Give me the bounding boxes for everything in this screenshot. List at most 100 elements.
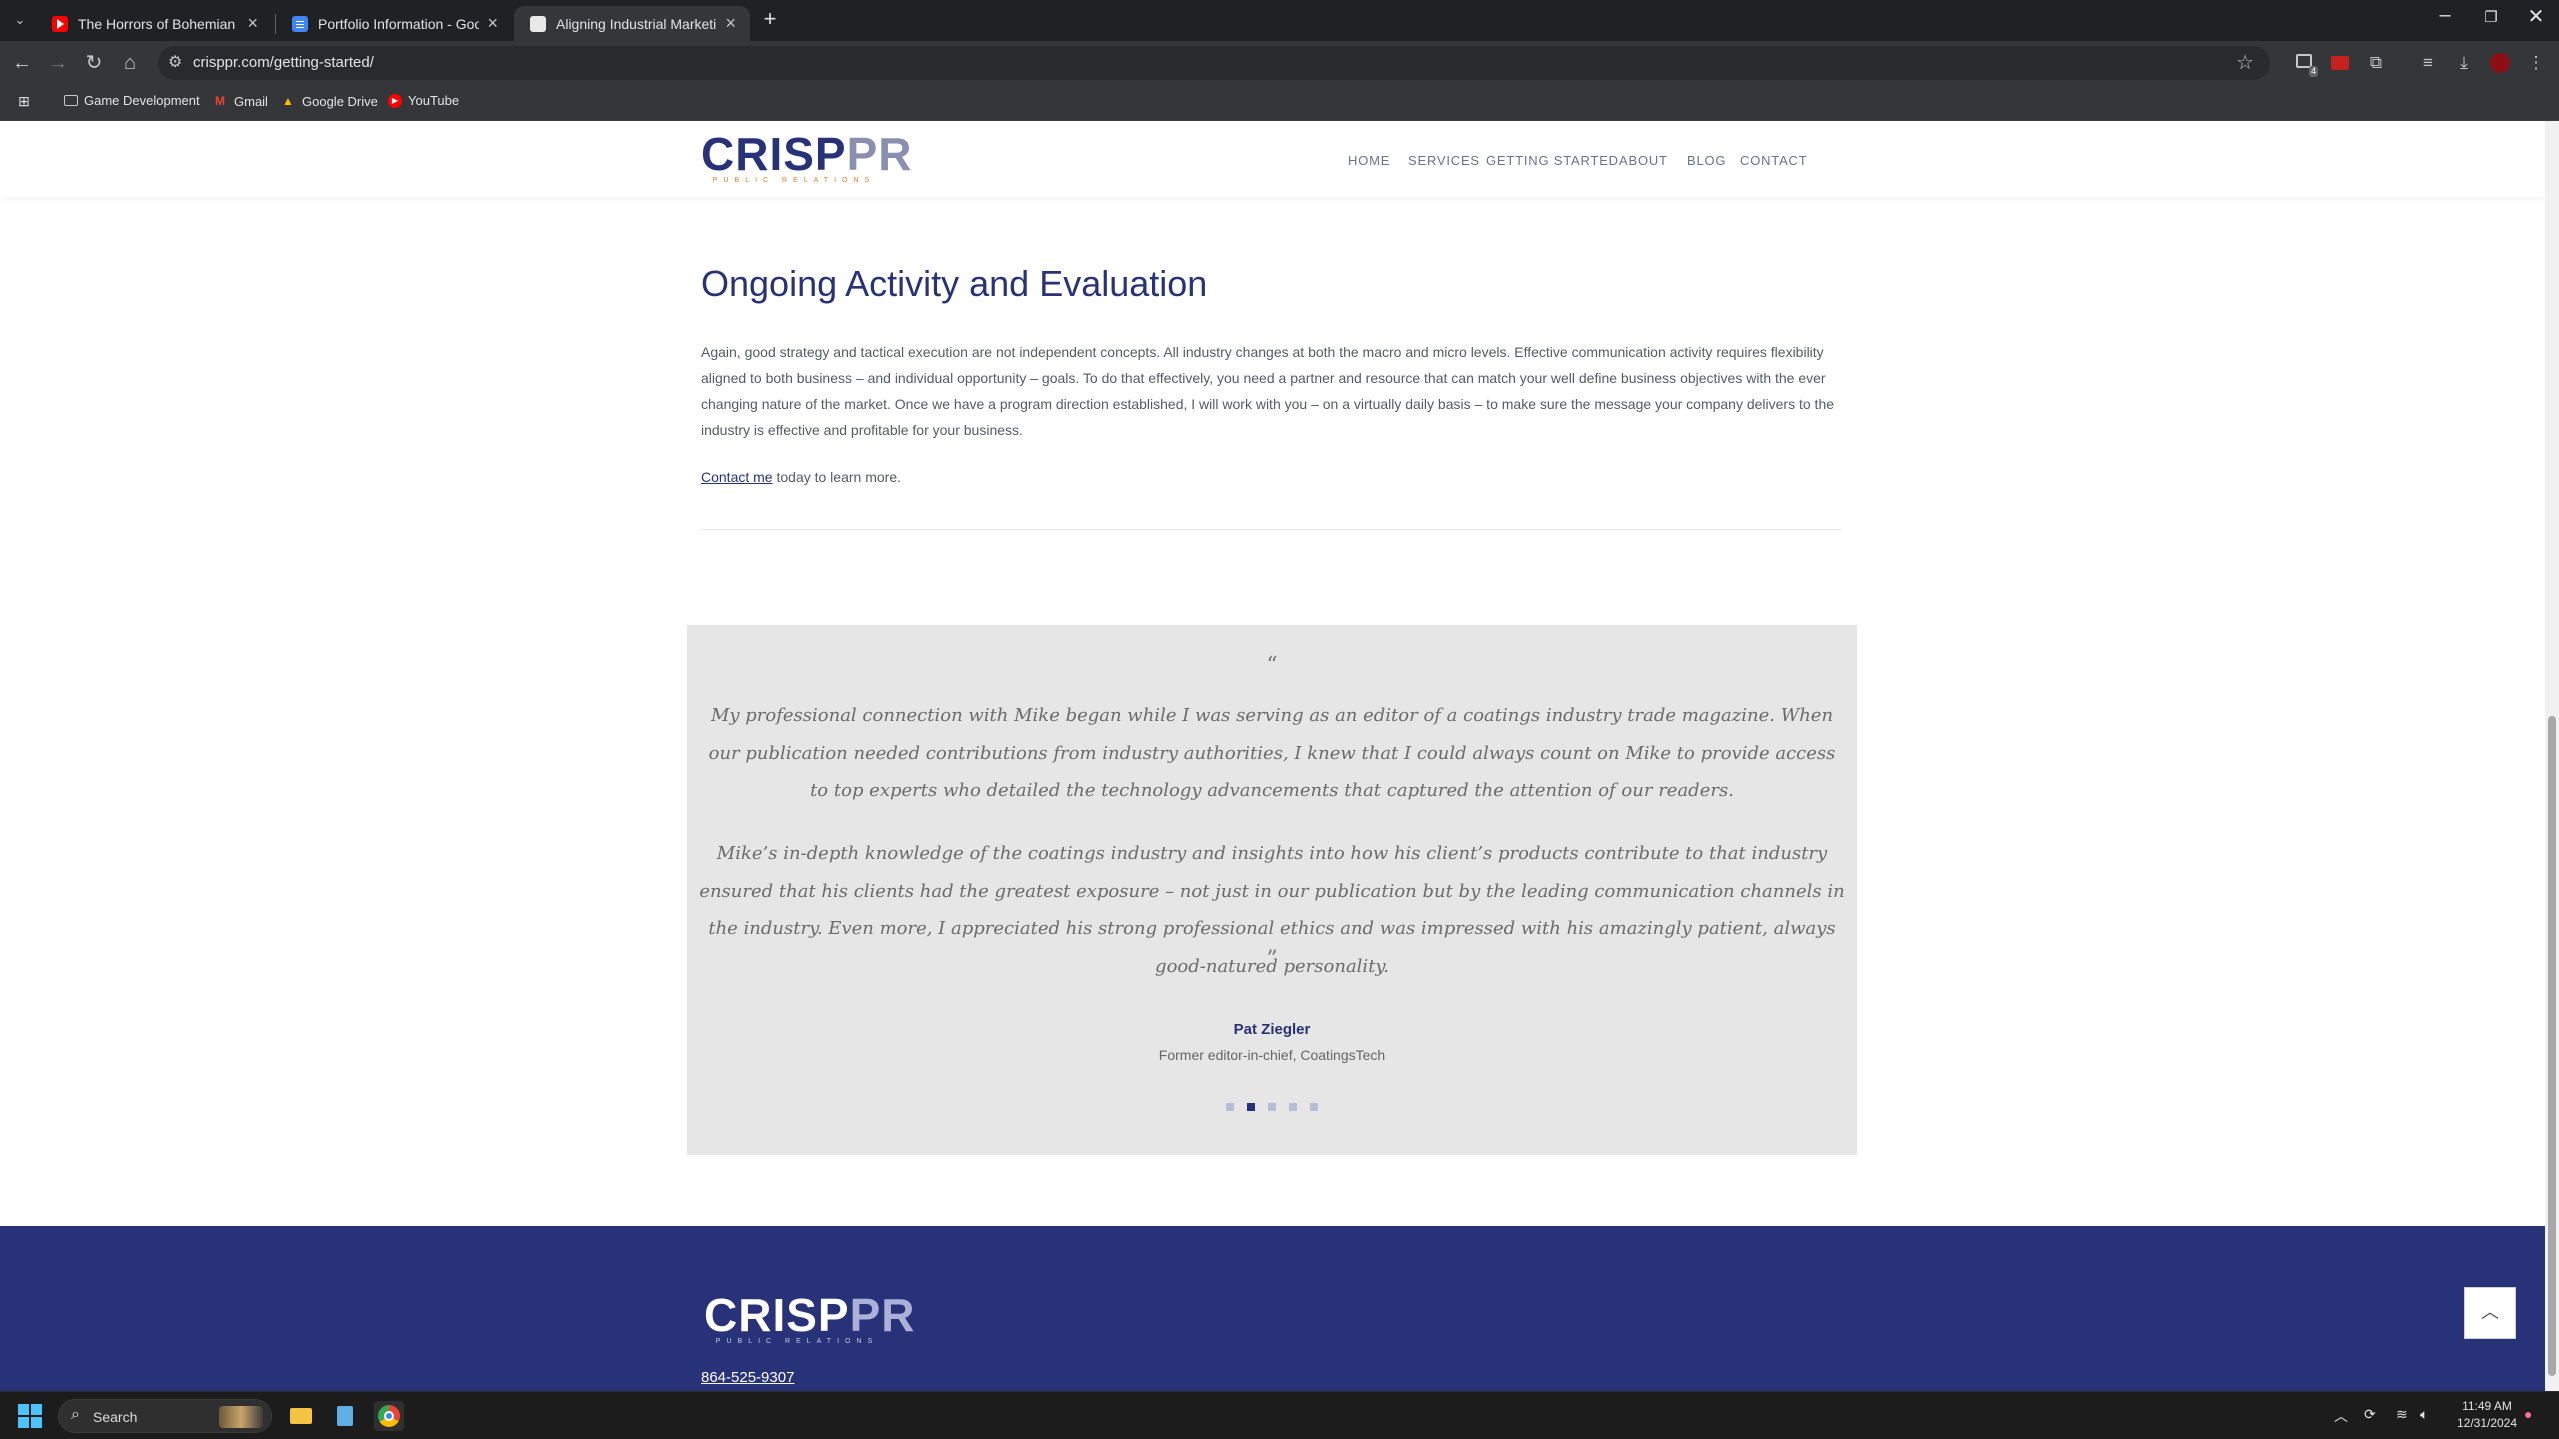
tab-strip: ⌄ The Horrors of Bohemian Grov × Portfol… — [0, 0, 2559, 41]
site-logo[interactable]: CRISPPR PUBLIC RELATIONS — [701, 128, 913, 184]
chrome-icon[interactable] — [374, 1401, 404, 1431]
contact-me-link[interactable]: Contact me — [701, 469, 773, 485]
nav-contact[interactable]: CONTACT — [1740, 153, 1807, 168]
bookmark-label: Google Drive — [302, 93, 378, 109]
slider-dot-3[interactable] — [1268, 1103, 1276, 1111]
bookmark-youtube[interactable]: ▶ YouTube — [388, 93, 459, 108]
taskbar-search[interactable]: ⌕ Search — [58, 1399, 272, 1433]
close-window-icon[interactable]: ✕ — [2513, 4, 2559, 29]
clock-date: 12/31/2024 — [2456, 1416, 2518, 1430]
bookmark-star-icon[interactable]: ☆ — [2236, 50, 2254, 75]
minimize-icon[interactable]: – — [2422, 4, 2468, 27]
tab-search-button[interactable]: ⌄ — [8, 8, 32, 32]
testimonial-role: Former editor-in-chief, CoatingsTech — [1158, 1047, 1386, 1063]
slider-dot-5[interactable] — [1310, 1103, 1318, 1111]
back-icon[interactable]: ← — [8, 49, 36, 77]
close-tab-icon[interactable]: × — [487, 13, 498, 34]
home-icon[interactable]: ⌂ — [116, 49, 144, 77]
page-scrollbar[interactable] — [2545, 121, 2559, 1391]
url-text[interactable]: crisppr.com/getting-started/ — [193, 54, 374, 71]
taskbar-search-label: Search — [93, 1409, 138, 1425]
slider-dot-1[interactable] — [1226, 1103, 1234, 1111]
tray-overflow-chevron-icon[interactable]: ︿ — [2334, 1406, 2348, 1426]
folder-icon — [64, 95, 78, 106]
address-bar[interactable]: ⚙ crisppr.com/getting-started/ ☆ — [158, 46, 2270, 80]
back-to-top-button[interactable]: ︿ — [2464, 1287, 2516, 1339]
nav-blog[interactable]: BLOG — [1687, 153, 1726, 168]
bookmark-gmail[interactable]: M Gmail — [212, 93, 268, 109]
bookmark-game-development[interactable]: Game Development — [64, 93, 200, 108]
scrollbar-thumb[interactable] — [2548, 716, 2556, 1376]
contact-line: Contact me today to learn more. — [701, 469, 901, 485]
red-extension-icon[interactable] — [2328, 51, 2352, 75]
nav-home[interactable]: HOME — [1348, 153, 1390, 168]
notepad-icon[interactable] — [330, 1401, 360, 1431]
site-info-icon[interactable]: ⚙ — [168, 52, 182, 72]
file-explorer-icon[interactable] — [286, 1401, 316, 1431]
footer-logo-wordmark: CRISPPR — [704, 1289, 916, 1341]
search-icon: ⌕ — [71, 1406, 80, 1423]
download-icon[interactable]: ⤓ — [2452, 51, 2476, 75]
tab-title: Portfolio Information - Google — [318, 15, 480, 32]
section-heading: Ongoing Activity and Evaluation — [701, 263, 1208, 304]
tab-crisppr-active[interactable]: Aligning Industrial Marketing G × — [514, 6, 750, 41]
youtube-icon — [52, 15, 68, 32]
nav-about[interactable]: ABOUT — [1619, 153, 1668, 168]
bookmark-label: YouTube — [408, 93, 460, 108]
logo-wordmark: CRISPPR — [701, 128, 913, 180]
taskbar-clock[interactable]: 11:49 AM 12/31/2024 — [2440, 1398, 2534, 1432]
nav-services[interactable]: SERVICES — [1408, 153, 1480, 168]
extensions-puzzle-icon[interactable]: ⧉ — [2364, 51, 2388, 75]
google-docs-icon — [292, 15, 308, 32]
wifi-icon[interactable]: ≋ — [2396, 1406, 2408, 1423]
close-tab-icon[interactable]: × — [725, 13, 736, 34]
apps-grid-icon[interactable]: ⊞ — [16, 93, 38, 109]
contact-line-text: today to learn more. — [772, 469, 901, 485]
section-divider — [701, 529, 1841, 530]
slider-dot-4[interactable] — [1289, 1103, 1297, 1111]
footer-logo[interactable]: CRISPPR PUBLIC RELATIONS — [704, 1289, 916, 1348]
reload-icon[interactable]: ↻ — [80, 49, 108, 77]
extension-badge: 4 — [2308, 66, 2318, 77]
clock-time: 11:49 AM — [2462, 1399, 2512, 1413]
browser-toolbar: ← → ↻ ⌂ ⚙ crisppr.com/getting-started/ ☆… — [0, 41, 2559, 85]
google-drive-icon: ▲ — [282, 94, 294, 108]
testimonial-slider: “ My professional connection with Mike b… — [687, 625, 1857, 1155]
testimonial-paragraph-1: My professional connection with Mike beg… — [708, 705, 1836, 801]
notification-bell-icon[interactable]: ● — [2524, 1406, 2532, 1422]
footer-logo-subtitle: PUBLIC RELATIONS — [715, 1338, 879, 1345]
bookmarks-bar: ⊞ Game Development M Gmail ▲ Google Driv… — [0, 85, 2559, 121]
slider-pagination — [687, 1103, 1857, 1111]
footer-phone-link[interactable]: 864-525-9307 — [701, 1369, 794, 1386]
page-viewport: CRISPPR PUBLIC RELATIONS HOME SERVICES G… — [0, 121, 2545, 1391]
bookmark-label: Game Development — [84, 93, 200, 108]
browser-menu-icon[interactable]: ⋮ — [2524, 51, 2548, 75]
youtube-icon: ▶ — [388, 93, 402, 108]
search-highlight-icon — [219, 1406, 263, 1428]
section-paragraph: Again, good strategy and tactical execut… — [701, 344, 1835, 438]
nav-getting-started[interactable]: GETTING STARTED — [1486, 153, 1619, 168]
extension-icon-badge[interactable]: 4 — [2292, 51, 2318, 77]
volume-icon[interactable]: 🔈︎ — [2420, 1406, 2428, 1423]
logo-subtitle: PUBLIC RELATIONS — [712, 177, 876, 184]
slider-dot-2[interactable] — [1247, 1103, 1255, 1111]
windows-taskbar: ⌕ Search ︿ ⟳ ≋ 🔈︎ 11:49 AM 12/31/2024 ● — [0, 1391, 2559, 1439]
bookmark-google-drive[interactable]: ▲ Google Drive — [280, 93, 378, 109]
open-quote-mark: “ — [1266, 653, 1278, 678]
gmail-icon: M — [215, 94, 225, 108]
new-tab-button[interactable]: + — [757, 6, 783, 32]
close-tab-icon[interactable]: × — [247, 13, 258, 34]
testimonial-author: Pat Ziegler — [1233, 1021, 1311, 1038]
forward-icon[interactable]: → — [44, 49, 72, 77]
tab-title: The Horrors of Bohemian Grov — [78, 15, 239, 32]
profile-avatar[interactable] — [2488, 51, 2512, 75]
tab-youtube-video[interactable]: The Horrors of Bohemian Grov × — [36, 6, 272, 41]
windows-start-icon[interactable] — [18, 1404, 42, 1428]
restore-icon[interactable]: ❐ — [2468, 8, 2514, 26]
tab-title: Aligning Industrial Marketing G — [556, 15, 717, 32]
sync-icon[interactable]: ⟳ — [2364, 1406, 2376, 1423]
close-quote-mark: ” — [1266, 947, 1278, 972]
media-control-icon[interactable]: ≡ — [2416, 51, 2440, 75]
bookmark-label: Gmail — [234, 93, 268, 109]
tab-google-docs[interactable]: Portfolio Information - Google × — [276, 6, 512, 41]
